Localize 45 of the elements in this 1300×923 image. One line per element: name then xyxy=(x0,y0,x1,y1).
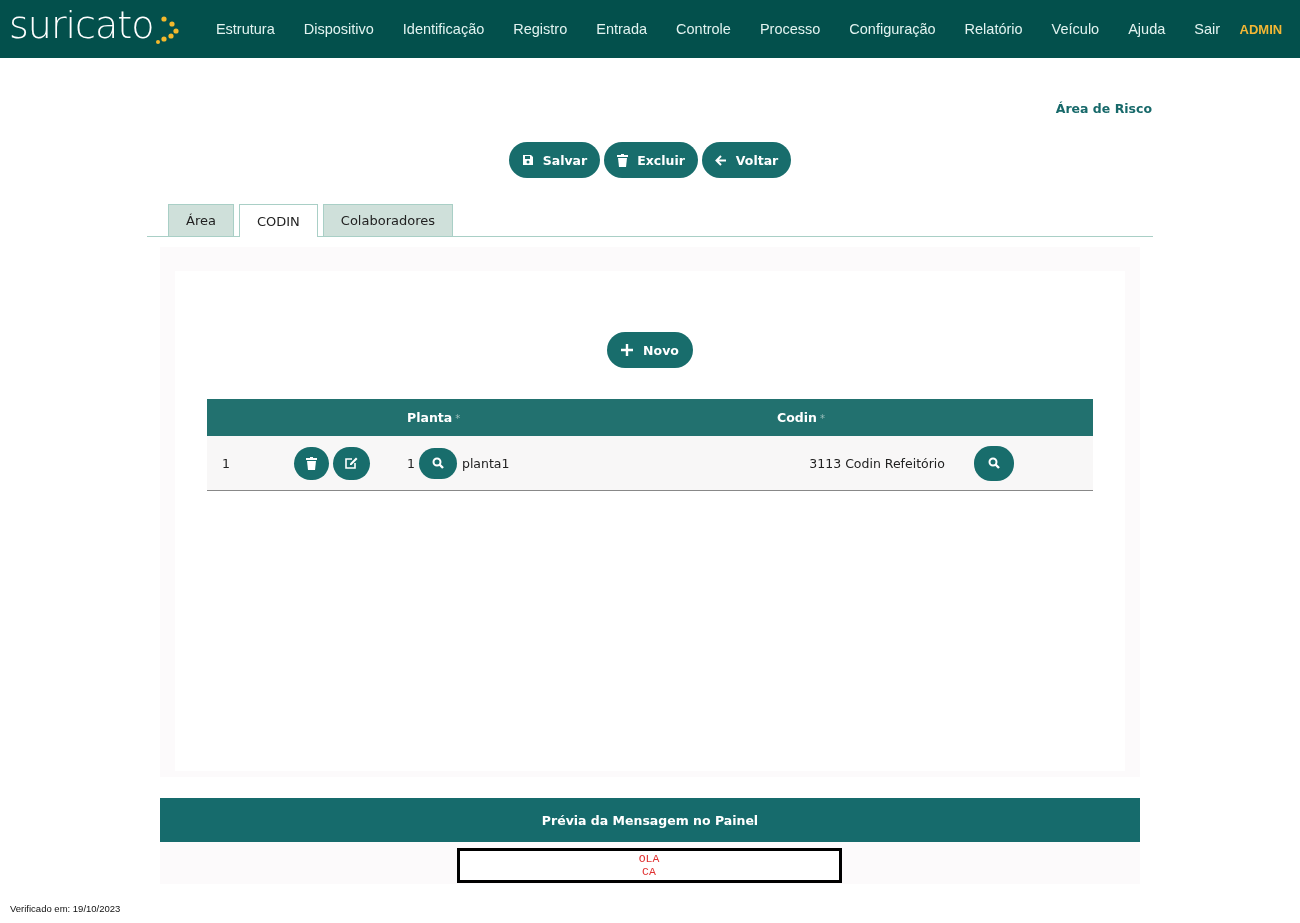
search-icon xyxy=(431,457,444,469)
dots-logo-icon xyxy=(155,14,180,44)
nav-link[interactable]: Estrutura xyxy=(201,21,290,37)
save-button[interactable]: Salvar xyxy=(508,142,601,178)
planta-name: planta1 xyxy=(461,455,510,471)
tab[interactable]: CODIN xyxy=(238,204,318,237)
codin-name: 3113 Codin Refeitório xyxy=(809,455,945,471)
search-planta-button[interactable] xyxy=(418,447,457,479)
nav-link[interactable]: Controle xyxy=(661,21,746,37)
edit-icon xyxy=(345,457,358,469)
nav-link[interactable]: Configuração xyxy=(834,21,951,37)
planta-id: 1 xyxy=(407,455,415,471)
new-button[interactable]: Novo xyxy=(607,332,693,368)
nav-link[interactable]: Sair xyxy=(1179,21,1235,37)
tab[interactable]: Área xyxy=(168,204,234,236)
user-name: ADMIN xyxy=(1239,21,1283,37)
nav-link[interactable]: Veículo xyxy=(1037,21,1114,37)
preview-line: OLA xyxy=(638,852,660,865)
verified-date: Verificado em: 19/10/2023 xyxy=(10,903,121,914)
nav-link[interactable]: Registro xyxy=(498,21,582,37)
search-codin-button[interactable] xyxy=(974,445,1014,481)
nav-link[interactable]: Entrada xyxy=(581,21,662,37)
row-number: 1 xyxy=(222,455,230,471)
trash-icon xyxy=(306,456,317,470)
back-button[interactable]: Voltar xyxy=(701,142,792,178)
floppy-icon xyxy=(521,154,534,166)
tab[interactable]: Colaboradores xyxy=(322,204,453,236)
delete-button[interactable]: Excluir xyxy=(604,142,698,178)
preview-line: CA xyxy=(642,865,656,878)
nav-link[interactable]: Dispositivo xyxy=(289,21,389,37)
search-icon xyxy=(988,457,1000,469)
edit-row-button[interactable] xyxy=(333,446,370,480)
logo-text: suricato xyxy=(9,6,154,44)
preview-header: Prévia da Mensagem no Painel xyxy=(160,798,1140,842)
arrow-left-icon xyxy=(714,154,727,166)
column-header: Codin * xyxy=(777,410,825,425)
nav-link[interactable]: Relatório xyxy=(950,21,1038,37)
page-title: Área de Risco xyxy=(1054,101,1153,117)
nav-link[interactable]: Processo xyxy=(745,21,835,37)
delete-row-button[interactable] xyxy=(294,446,329,480)
trash-icon xyxy=(617,153,629,167)
nav-link[interactable]: Ajuda xyxy=(1113,21,1180,37)
plus-icon xyxy=(621,344,634,356)
column-header: Planta * xyxy=(407,410,461,425)
nav-link[interactable]: Identificação xyxy=(388,21,499,37)
